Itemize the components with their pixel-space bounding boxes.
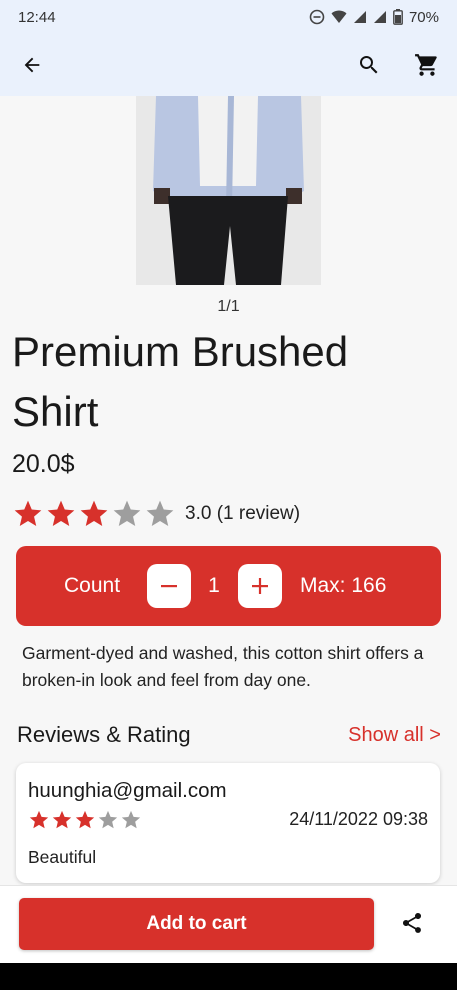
- review-rating-stars: [28, 809, 142, 831]
- decrease-quantity-button[interactable]: [147, 564, 191, 608]
- search-button[interactable]: [353, 49, 385, 81]
- app-bar-actions: [353, 49, 443, 81]
- star-filled-icon: [14, 500, 42, 526]
- product-description: Garment-dyed and washed, this cotton shi…: [22, 643, 424, 690]
- star-empty-icon: [146, 500, 174, 526]
- quantity-value: 1: [208, 574, 220, 597]
- system-navigation-bar: [0, 963, 457, 990]
- star-filled-icon: [52, 810, 72, 829]
- cart-icon: [415, 54, 437, 76]
- product-image[interactable]: [136, 96, 321, 285]
- app-bar: [0, 34, 457, 96]
- review-card: huunghia@gmail.com 24/11/2022 09:38 Beau…: [16, 763, 440, 883]
- star-filled-icon: [80, 500, 108, 526]
- arrow-left-icon: [24, 57, 40, 73]
- star-empty-icon: [98, 810, 118, 829]
- review-user: huunghia@gmail.com: [28, 779, 227, 802]
- rating-stars: [12, 498, 176, 530]
- show-all-reviews-link[interactable]: Show all >: [348, 724, 441, 747]
- back-button[interactable]: [16, 49, 48, 81]
- signal-icon: [353, 11, 366, 23]
- cart-button[interactable]: [411, 49, 443, 81]
- wifi-icon: [331, 10, 347, 23]
- do-not-disturb-icon: [309, 9, 325, 25]
- search-icon: [360, 56, 378, 74]
- add-to-cart-button[interactable]: Add to cart: [19, 898, 374, 950]
- product-title: Premium Brushed Shirt: [12, 328, 349, 435]
- rating-text: 3.0 (1 review): [185, 503, 301, 524]
- share-icon: [402, 912, 422, 933]
- status-bar: 12:44 70%: [0, 0, 457, 34]
- product-photo: [136, 96, 321, 285]
- star-filled-icon: [29, 810, 49, 829]
- share-button[interactable]: [398, 909, 426, 937]
- reviews-header: Reviews & Rating Show all >: [17, 722, 441, 748]
- reviews-title: Reviews & Rating: [17, 722, 191, 747]
- signal-icon: [373, 11, 386, 23]
- review-date: 24/11/2022 09:38: [289, 809, 428, 829]
- increase-quantity-button[interactable]: [238, 564, 282, 608]
- product-rating: 3.0 (1 review): [12, 498, 300, 530]
- star-empty-icon: [113, 500, 141, 526]
- plus-icon: [252, 578, 268, 594]
- battery-percent: 70%: [408, 8, 439, 26]
- status-icons: 70%: [309, 9, 439, 26]
- product-price: 20.0$: [12, 450, 75, 478]
- quantity-selector: Count 1 Max: 166: [16, 546, 441, 626]
- star-empty-icon: [121, 810, 141, 829]
- battery-icon: [393, 9, 403, 25]
- bottom-action-bar: Add to cart: [0, 885, 457, 963]
- status-time: 12:44: [18, 8, 56, 26]
- minus-icon: [161, 585, 177, 588]
- image-counter: 1/1: [217, 298, 240, 315]
- star-filled-icon: [75, 810, 95, 829]
- review-text: Beautiful: [28, 847, 97, 867]
- max-quantity-label: Max: 166: [300, 574, 387, 597]
- star-filled-icon: [47, 500, 75, 526]
- count-label: Count: [64, 574, 121, 597]
